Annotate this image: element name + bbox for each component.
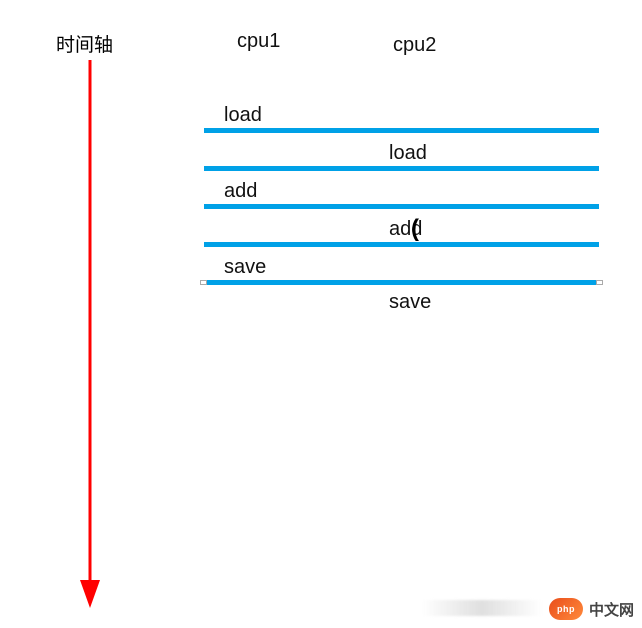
op-row-4: add ( bbox=[204, 209, 604, 247]
timeline-axis-label: 时间轴 bbox=[56, 30, 113, 57]
op-row-3: add bbox=[204, 171, 604, 209]
column-header-cpu1: cpu1 bbox=[237, 30, 280, 53]
watermark-pill-text: php bbox=[557, 604, 575, 614]
operation-rows: load load add add ( save save bbox=[204, 95, 604, 321]
op-label: add bbox=[389, 218, 422, 241]
op-label: save bbox=[389, 291, 431, 314]
watermark-pill-icon: php bbox=[549, 598, 583, 620]
op-label: save bbox=[224, 256, 266, 279]
timeline-arrow bbox=[78, 60, 102, 608]
op-row-2: load bbox=[204, 133, 604, 171]
watermark: php 中文网 bbox=[549, 598, 634, 620]
op-label: load bbox=[389, 142, 427, 165]
op-row-1: load bbox=[204, 95, 604, 133]
op-label: load bbox=[224, 104, 262, 127]
watermark-shadow bbox=[422, 600, 542, 616]
op-row-6: save bbox=[204, 285, 604, 321]
op-row-5: save bbox=[204, 247, 604, 285]
op-label: add bbox=[224, 180, 257, 203]
watermark-text: 中文网 bbox=[589, 599, 634, 620]
column-header-cpu2: cpu2 bbox=[393, 34, 436, 57]
